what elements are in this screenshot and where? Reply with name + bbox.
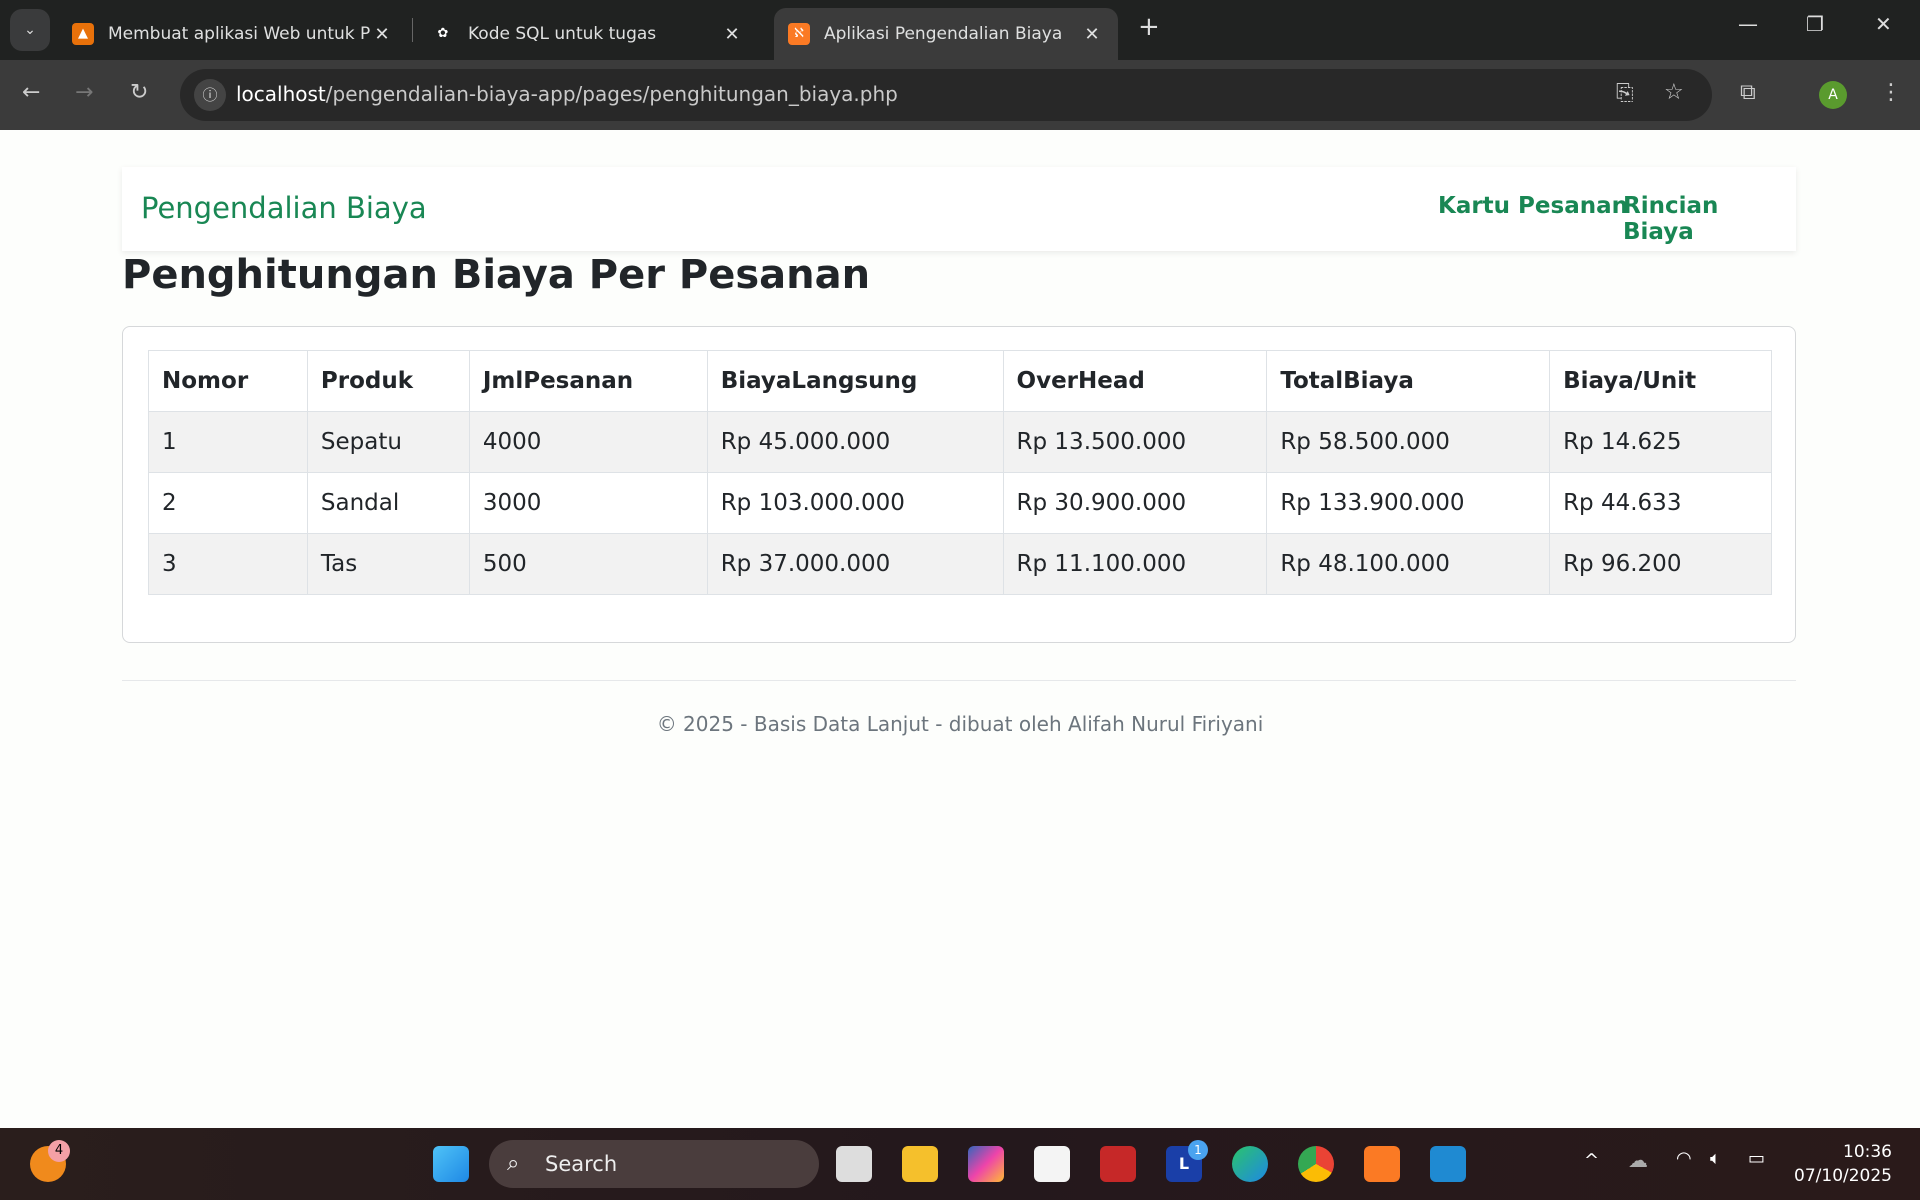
url-text[interactable]: localhost/pengendalian-biaya-app/pages/p… xyxy=(236,82,898,106)
table-cell: 2 xyxy=(148,472,308,534)
search-placeholder: Search xyxy=(545,1152,618,1176)
column-header: OverHead xyxy=(1002,350,1268,412)
table-cell: Rp 11.100.000 xyxy=(1002,533,1268,595)
tab-search-button[interactable]: ⌄ xyxy=(10,9,50,51)
table-row: 3 Tas 500 Rp 37.000.000 Rp 11.100.000 Rp 48.1… xyxy=(148,533,1772,595)
table-cell: 3 xyxy=(148,533,308,595)
table-cell: Rp 58.500.000 xyxy=(1266,411,1551,473)
edge-icon[interactable] xyxy=(1232,1146,1268,1182)
footer-text: © 2025 - Basis Data Lanjut - dibuat oleh… xyxy=(656,712,1264,736)
vscode-icon[interactable] xyxy=(1430,1146,1466,1182)
column-header: Produk xyxy=(306,350,470,412)
extensions-icon[interactable]: ⧉ xyxy=(1740,80,1756,105)
table-cell: Tas xyxy=(306,533,470,595)
table-cell: Rp 37.000.000 xyxy=(706,533,1004,595)
footer-divider xyxy=(122,680,1796,681)
close-tab-icon[interactable]: ✕ xyxy=(720,24,744,45)
column-header: BiayaLangsung xyxy=(706,350,1004,412)
mcafee-icon[interactable] xyxy=(1100,1146,1136,1182)
page-title: Penghitungan Biaya Per Pesanan xyxy=(122,252,871,298)
table-cell: 1 xyxy=(148,411,308,473)
xampp-icon[interactable] xyxy=(1364,1146,1400,1182)
translate-icon[interactable]: ⎘ xyxy=(1616,81,1634,106)
table-row: 1 Sepatu 4000 Rp 45.000.000 Rp 13.500.000 Rp … xyxy=(148,411,1772,473)
tab-title: Membuat aplikasi Web untuk P xyxy=(108,24,370,44)
table-cell: Rp 44.633 xyxy=(1549,472,1772,534)
search-icon: ⌕ xyxy=(507,1151,520,1176)
notification-badge: 4 xyxy=(48,1140,70,1162)
wifi-icon[interactable]: ◠ xyxy=(1676,1148,1692,1169)
browser-tab-active[interactable]: ℵ Aplikasi Pengendalian Biaya ✕ xyxy=(774,8,1118,60)
tab-divider xyxy=(412,18,413,42)
table-cell: 3000 xyxy=(468,472,708,534)
navbar-brand[interactable]: Pengendalian Biaya xyxy=(141,191,427,225)
nav-link-rincian-biaya[interactable]: Rincian Biaya xyxy=(1623,193,1796,245)
presentation-icon: ▲ xyxy=(72,23,94,45)
table-cell: Rp 133.900.000 xyxy=(1266,472,1551,534)
menu-icon[interactable]: ⋮ xyxy=(1880,80,1902,105)
column-header: Biaya/Unit xyxy=(1549,350,1772,412)
minimize-button[interactable]: — xyxy=(1738,12,1758,36)
column-header: TotalBiaya xyxy=(1266,350,1551,412)
chatgpt-icon: ✿ xyxy=(437,26,449,41)
cost-table: Nomor Produk JmlPesanan BiayaLangsung Ov… xyxy=(148,350,1772,595)
copilot-icon[interactable] xyxy=(968,1146,1004,1182)
profile-avatar[interactable]: A xyxy=(1819,81,1847,109)
windows-start-icon[interactable] xyxy=(433,1146,469,1182)
clock-time: 10:36 xyxy=(1843,1142,1892,1162)
close-tab-icon[interactable]: ✕ xyxy=(1080,24,1104,45)
column-header: Nomor xyxy=(148,350,308,412)
browser-tab-bar: ⌄ ▲ Membuat aplikasi Web untuk P ✕ ✿ Kod… xyxy=(0,0,1920,60)
new-tab-button[interactable]: + xyxy=(1138,12,1160,42)
table-cell: Rp 30.900.000 xyxy=(1002,472,1268,534)
tab-title: Aplikasi Pengendalian Biaya xyxy=(824,24,1063,44)
browser-tab[interactable]: ▲ Membuat aplikasi Web untuk P ✕ xyxy=(58,8,408,60)
table-cell: 500 xyxy=(468,533,708,595)
taskbar: 4 ⌕ Search L 1 ^ ☁ ◠ 🔈︎ ▭ 10:36 07/10/2025 xyxy=(0,1128,1920,1200)
url-host: localhost xyxy=(236,82,326,106)
tray-chevron-icon[interactable]: ^ xyxy=(1584,1150,1599,1171)
table-cell: Sandal xyxy=(306,472,470,534)
clock-date: 07/10/2025 xyxy=(1794,1166,1892,1186)
table-cell: 4000 xyxy=(468,411,708,473)
microsoft-store-icon[interactable] xyxy=(1034,1146,1070,1182)
url-path: /pengendalian-biaya-app/pages/penghitung… xyxy=(325,82,898,106)
close-window-button[interactable]: ✕ xyxy=(1875,12,1892,36)
table-cell: Rp 14.625 xyxy=(1549,411,1772,473)
table-card: Nomor Produk JmlPesanan BiayaLangsung Ov… xyxy=(122,326,1796,643)
reload-icon[interactable]: ↻ xyxy=(130,80,148,105)
forward-icon[interactable]: → xyxy=(75,80,93,105)
address-bar[interactable]: ⓘ localhost/pengendalian-biaya-app/pages… xyxy=(180,69,1712,121)
back-icon[interactable]: ← xyxy=(22,80,40,105)
task-view-icon[interactable] xyxy=(836,1146,872,1182)
close-tab-icon[interactable]: ✕ xyxy=(370,24,394,45)
table-cell: Rp 13.500.000 xyxy=(1002,411,1268,473)
taskbar-search[interactable]: ⌕ Search xyxy=(489,1140,819,1188)
site-info-icon[interactable]: ⓘ xyxy=(194,79,226,111)
table-row: 2 Sandal 3000 Rp 103.000.000 Rp 30.900.000 Rp… xyxy=(148,472,1772,534)
navbar: Pengendalian Biaya Kartu Pesanan Rincian… xyxy=(122,167,1796,251)
table-cell: Rp 96.200 xyxy=(1549,533,1772,595)
app-badge: 1 xyxy=(1188,1140,1208,1160)
column-header: JmlPesanan xyxy=(468,350,708,412)
browser-tab[interactable]: ✿ Kode SQL untuk tugas ✕ xyxy=(418,8,758,60)
onedrive-icon[interactable]: ☁ xyxy=(1628,1148,1648,1172)
battery-icon[interactable]: ▭ xyxy=(1748,1148,1765,1169)
table-cell: Sepatu xyxy=(306,411,470,473)
file-explorer-icon[interactable] xyxy=(902,1146,938,1182)
chrome-icon[interactable] xyxy=(1298,1146,1334,1182)
table-cell: Rp 48.100.000 xyxy=(1266,533,1551,595)
tab-title: Kode SQL untuk tugas xyxy=(468,24,657,44)
volume-icon[interactable]: 🔈︎ xyxy=(1710,1148,1721,1169)
table-cell: Rp 103.000.000 xyxy=(706,472,1004,534)
browser-toolbar: ← → ↻ ⓘ localhost/pengendalian-biaya-app… xyxy=(0,60,1920,130)
xampp-icon: ℵ xyxy=(788,23,810,45)
restore-button[interactable]: ❐ xyxy=(1806,12,1824,36)
clock[interactable]: 10:36 07/10/2025 xyxy=(1794,1140,1892,1188)
table-header-row: Nomor Produk JmlPesanan BiayaLangsung Ov… xyxy=(148,350,1772,412)
nav-link-kartu-pesanan[interactable]: Kartu Pesanan xyxy=(1438,193,1628,219)
bookmark-star-icon[interactable]: ☆ xyxy=(1664,80,1684,105)
table-cell: Rp 45.000.000 xyxy=(706,411,1004,473)
